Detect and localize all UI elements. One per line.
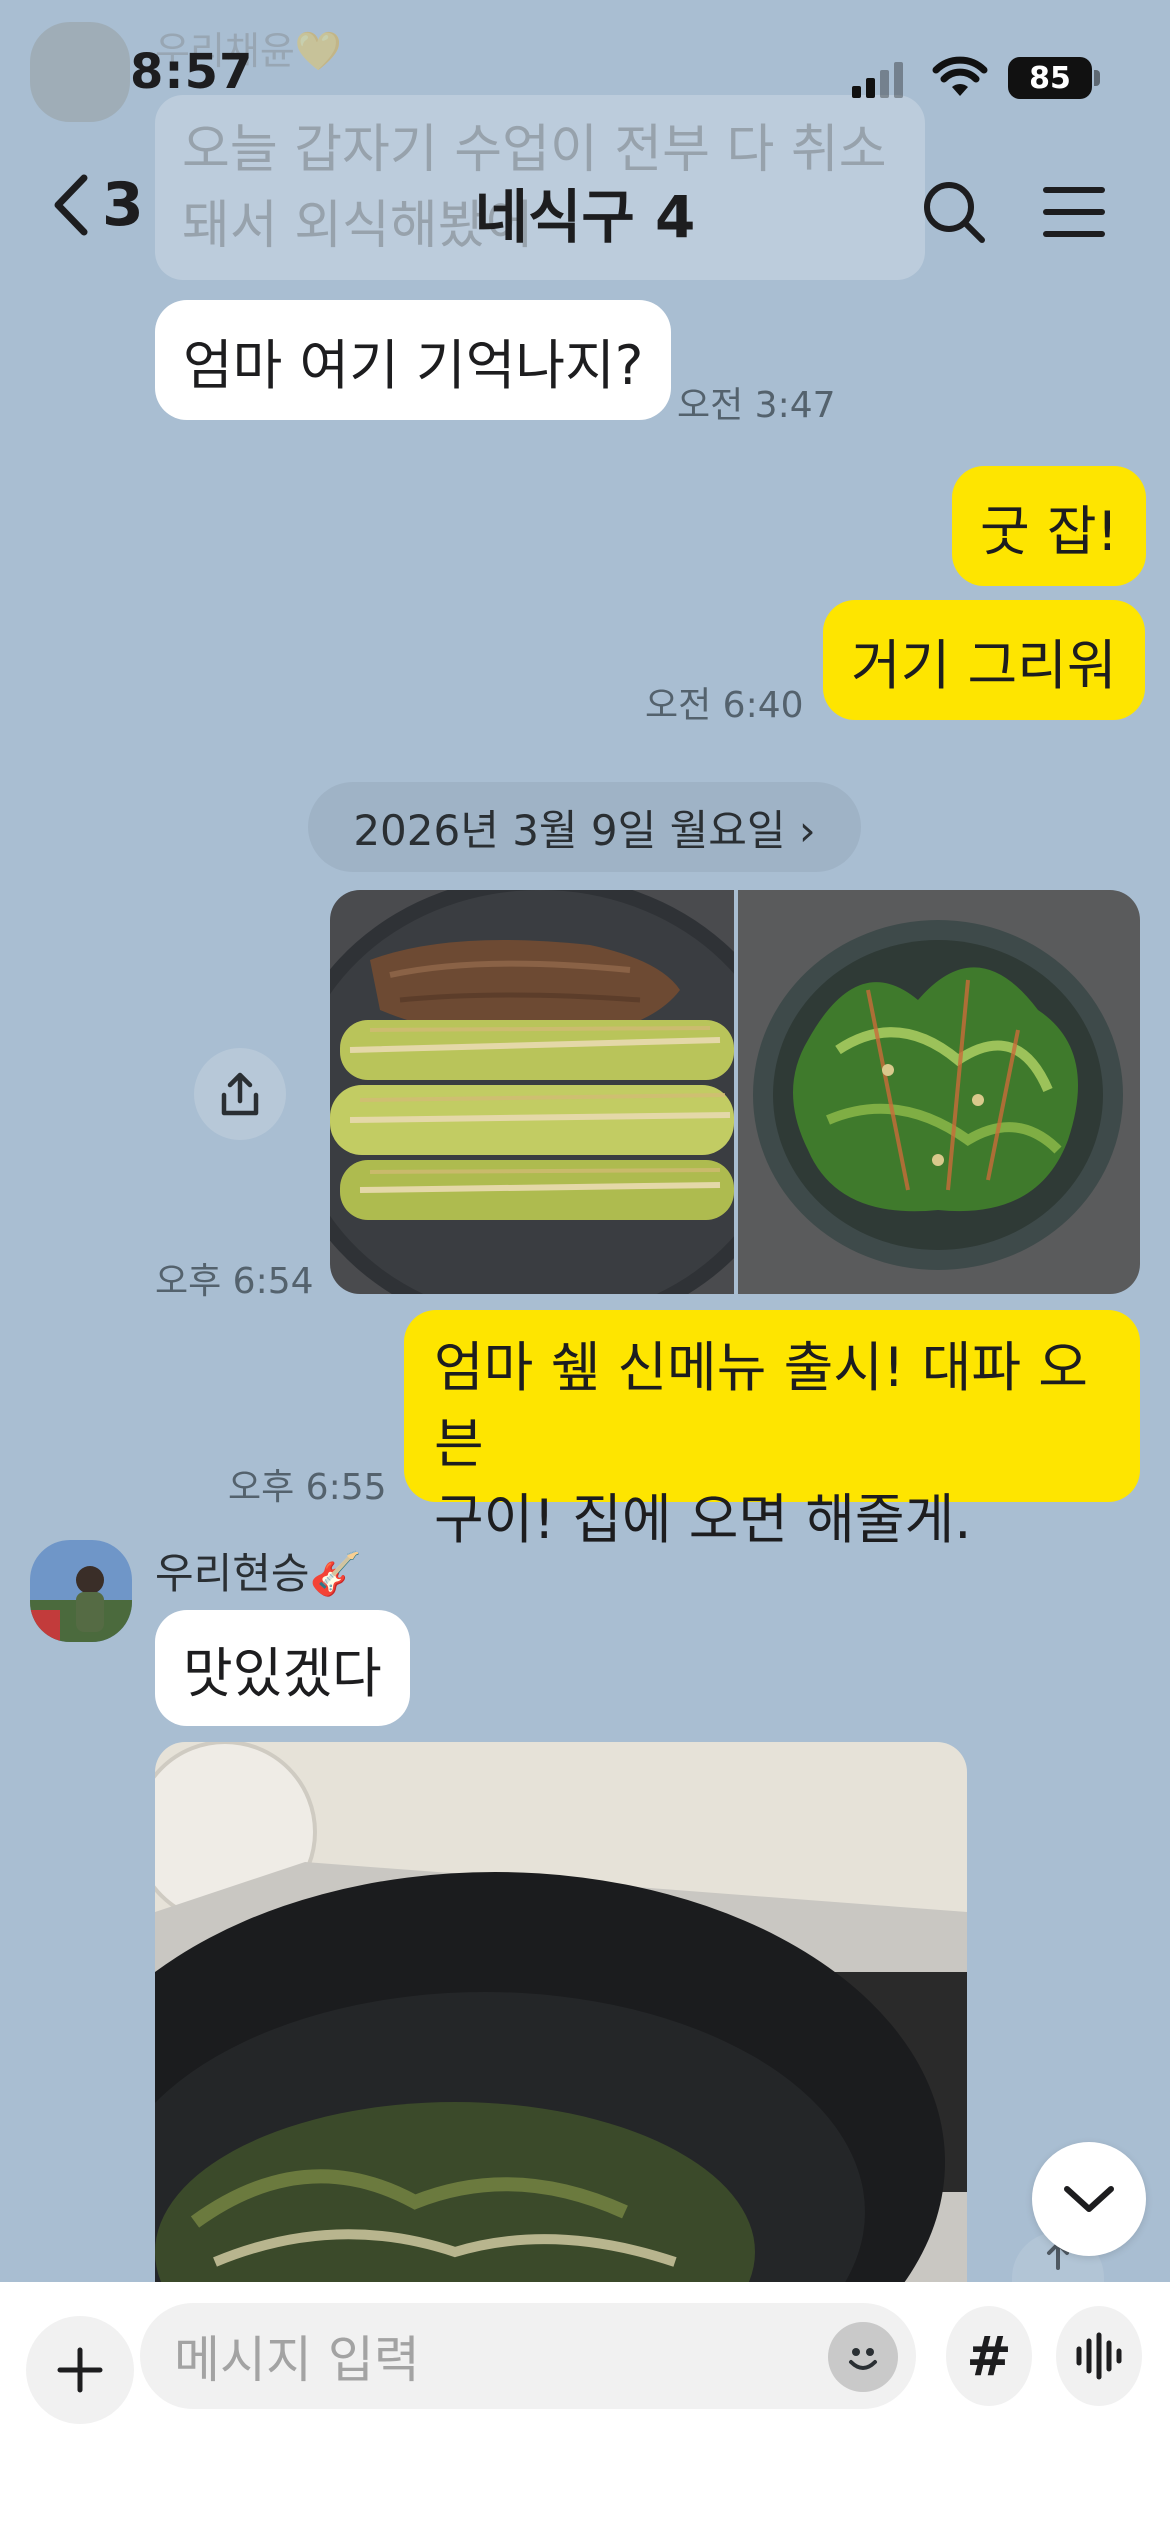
search-button[interactable] [914, 172, 994, 252]
message-bubble-outgoing[interactable]: 거기 그리워 [823, 600, 1145, 720]
message-text-line: 엄마 쉪 신메뉴 출시! 대파 오븐 [434, 1336, 1088, 1475]
back-button[interactable]: 3 [48, 170, 144, 240]
emoji-icon [849, 2348, 877, 2370]
voice-button[interactable] [1056, 2306, 1142, 2406]
message-bubble-incoming[interactable]: 엄마 여기 기억나지? [155, 300, 672, 420]
share-icon [221, 1072, 259, 1116]
chevron-left-icon [54, 174, 88, 236]
message-text: 굿 잡! [980, 499, 1119, 563]
message-input-placeholder: 메시지 입력 [174, 2331, 420, 2389]
share-button[interactable] [194, 1048, 286, 1140]
hash-button[interactable]: # [946, 2306, 1032, 2406]
previous-message-text: 오늘 갑자기 수업이 전부 다 취소돼서 외식해봤어 [182, 120, 887, 256]
message-text-line: 구이! 집에 오면 해줄게. [434, 1488, 972, 1551]
battery-tip [1094, 70, 1100, 86]
search-icon [924, 182, 985, 243]
menu-icon [1043, 187, 1105, 237]
message-bubble-outgoing[interactable]: 엄마 쉪 신메뉴 출시! 대파 오븐 구이! 집에 오면 해줄게. [404, 1310, 1140, 1551]
message-input[interactable]: 메시지 입력 [140, 2303, 916, 2409]
signal-icon [852, 62, 903, 98]
photo-kimchi[interactable] [738, 890, 1140, 1294]
battery-indicator: 85 [1008, 57, 1092, 99]
avatar[interactable] [30, 1540, 132, 1642]
message-time: 오후 6:55 [228, 1467, 387, 1508]
message-time: 오전 3:47 [677, 385, 836, 426]
plus-icon [57, 2347, 103, 2393]
message-text: 엄마 여기 기억나지? [183, 333, 644, 397]
unread-count: 3 [102, 170, 144, 240]
voice-icon [1076, 2332, 1122, 2380]
chevron-down-icon [1064, 2186, 1114, 2212]
scroll-to-bottom-button[interactable] [1032, 2142, 1146, 2256]
hash-icon: # [966, 2324, 1012, 2388]
message-text: 맛있겠다 [183, 1641, 382, 1705]
menu-button[interactable] [1034, 172, 1114, 252]
message-bubble-outgoing[interactable]: 굿 잡! [952, 466, 1147, 586]
attach-button[interactable] [26, 2316, 134, 2424]
wifi-icon [932, 56, 988, 96]
message-text: 거기 그리워 [851, 633, 1117, 697]
sender-name: 우리현승🎸 [155, 1549, 362, 1598]
message-time: 오후 6:54 [155, 1261, 314, 1302]
message-time: 오전 6:40 [645, 685, 804, 726]
previous-sender-avatar [30, 22, 130, 122]
message-bubble-incoming[interactable]: 맛있겠다 [155, 1610, 410, 1726]
date-divider[interactable]: 2026년 3월 9일 월요일 › [308, 782, 861, 872]
photo-steak-leek[interactable] [330, 890, 734, 1294]
emoji-button[interactable] [828, 2322, 898, 2392]
status-time: 8:57 [130, 44, 254, 100]
photo-cooking-pot[interactable] [155, 1742, 967, 2282]
